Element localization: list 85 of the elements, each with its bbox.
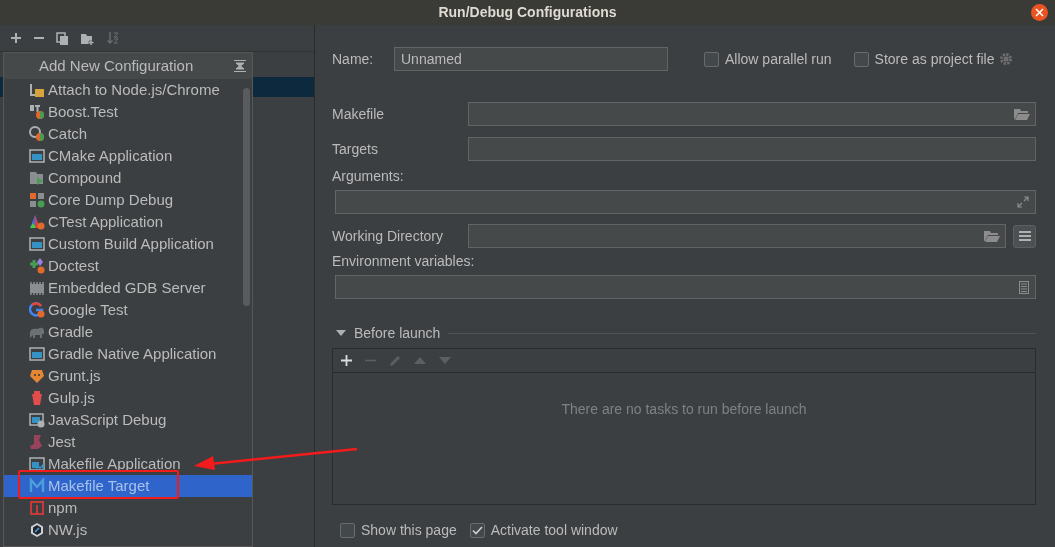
- add-icon[interactable]: [341, 355, 352, 366]
- configuration-item[interactable]: Jest: [4, 431, 252, 453]
- pencil-icon[interactable]: [389, 354, 401, 367]
- makefile-field[interactable]: [468, 102, 1036, 126]
- configuration-item[interactable]: Makefile Target: [4, 475, 252, 497]
- checkbox-label: Allow parallel run: [725, 49, 832, 69]
- field-label: Arguments:: [332, 167, 405, 185]
- configuration-icon: [29, 104, 45, 120]
- configuration-icon: [29, 478, 45, 494]
- menu-button[interactable]: [1013, 224, 1036, 248]
- checkbox-label: Show this page: [361, 521, 457, 540]
- field-label: Name:: [332, 49, 375, 69]
- name-field[interactable]: Unnamed: [394, 47, 668, 71]
- configuration-item[interactable]: JavaScript Debug: [4, 409, 252, 431]
- checkbox-label: Store as project file: [874, 49, 995, 69]
- configuration-icon: [29, 214, 45, 230]
- configuration-item[interactable]: npm: [4, 497, 252, 519]
- configuration-item[interactable]: Google Test: [4, 299, 252, 321]
- configuration-item[interactable]: CMake Application: [4, 145, 252, 167]
- field-label: Environment variables:: [332, 252, 476, 270]
- configuration-item[interactable]: Grunt.js: [4, 365, 252, 387]
- sort-icon[interactable]: [106, 31, 119, 45]
- copy-icon[interactable]: [56, 31, 69, 45]
- folder-add-icon[interactable]: [80, 31, 95, 45]
- configuration-icon: [29, 192, 45, 208]
- checkbox-label: Activate tool window: [490, 521, 618, 540]
- configuration-item[interactable]: Compound: [4, 167, 252, 189]
- configuration-icon: [29, 368, 45, 384]
- document-icon[interactable]: [1019, 280, 1029, 294]
- configuration-icon: [29, 390, 45, 406]
- empty-message: There are no tasks to run before launch: [561, 400, 807, 419]
- checkbox[interactable]: [340, 523, 355, 538]
- configuration-item[interactable]: Gulp.js: [4, 387, 252, 409]
- field-label: Working Directory: [332, 226, 444, 246]
- menu-icon: [1018, 231, 1031, 241]
- configuration-icon: [29, 126, 45, 142]
- configuration-icon: [29, 346, 45, 362]
- configuration-item[interactable]: Gradle: [4, 321, 252, 343]
- checkbox[interactable]: [853, 51, 869, 67]
- close-button[interactable]: [1031, 4, 1048, 21]
- configuration-item[interactable]: NW.js: [4, 519, 252, 541]
- environment-variables-field[interactable]: [335, 275, 1036, 299]
- window-title: Run/Debug Configurations: [438, 3, 617, 22]
- expand-icon[interactable]: [1017, 196, 1029, 208]
- move-down-icon[interactable]: [439, 357, 451, 364]
- popup-title: Add New Configuration: [39, 55, 194, 76]
- configuration-icon: [29, 148, 45, 164]
- configuration-icon: [29, 302, 45, 318]
- configuration-icon: [29, 280, 45, 296]
- configuration-item[interactable]: Boost.Test: [4, 101, 252, 123]
- configuration-item[interactable]: CTest Application: [4, 211, 252, 233]
- move-up-icon[interactable]: [414, 357, 426, 364]
- configuration-item[interactable]: Gradle Native Application: [4, 343, 252, 365]
- configuration-icon: [29, 456, 45, 472]
- configuration-icon: [29, 412, 45, 428]
- configuration-icon: [29, 434, 45, 450]
- configuration-icon: [29, 236, 45, 252]
- field-label: Makefile: [332, 104, 386, 124]
- targets-field[interactable]: [468, 137, 1036, 161]
- folder-icon[interactable]: [1014, 108, 1030, 120]
- checkbox[interactable]: [704, 51, 719, 67]
- arguments-field[interactable]: [335, 190, 1036, 214]
- collapse-icon[interactable]: [234, 60, 246, 72]
- configuration-item[interactable]: Makefile Application: [4, 453, 252, 475]
- section-title: Before launch: [354, 323, 441, 343]
- folder-icon[interactable]: [984, 230, 1000, 242]
- configuration-icon: [29, 522, 45, 538]
- configuration-item[interactable]: Embedded GDB Server: [4, 277, 252, 299]
- settings-icon[interactable]: [999, 52, 1014, 66]
- add-icon[interactable]: [10, 32, 22, 44]
- close-icon: [1035, 8, 1044, 17]
- field-label: Targets: [332, 139, 379, 159]
- configuration-icon: [29, 500, 45, 516]
- scrollbar[interactable]: [243, 88, 250, 306]
- configuration-item[interactable]: Catch: [4, 123, 252, 145]
- configuration-icon: [29, 258, 45, 274]
- configuration-item[interactable]: Custom Build Application: [4, 233, 252, 255]
- collapse-triangle-icon[interactable]: [336, 330, 346, 336]
- configuration-item[interactable]: Attach to Node.js/Chrome: [4, 79, 252, 101]
- configuration-item[interactable]: Doctest: [4, 255, 252, 277]
- working-directory-field[interactable]: [468, 224, 1006, 248]
- configuration-icon: [29, 82, 45, 98]
- configuration-item[interactable]: Core Dump Debug: [4, 189, 252, 211]
- checkbox[interactable]: [469, 523, 485, 538]
- configuration-icon: [29, 170, 45, 186]
